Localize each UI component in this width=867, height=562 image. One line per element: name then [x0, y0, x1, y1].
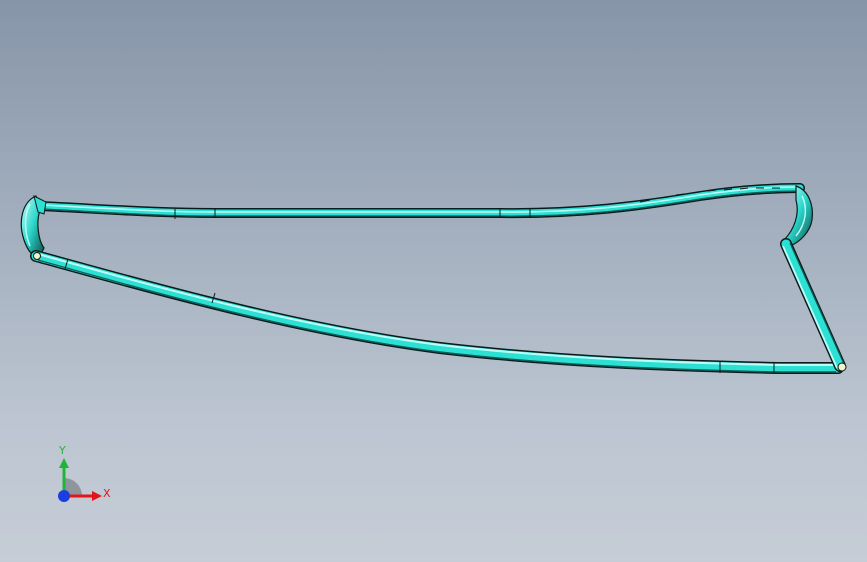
3d-model-frame[interactable] [0, 0, 867, 562]
end-cap [837, 362, 847, 372]
graphics-viewport[interactable]: Y X [0, 0, 867, 562]
bottom-rail[interactable] [30, 250, 844, 374]
right-rail[interactable] [780, 238, 847, 372]
end-cap [33, 252, 41, 260]
y-axis-label: Y [58, 444, 66, 457]
axis-triad: Y X [58, 444, 111, 502]
right-corner-joint[interactable] [783, 185, 813, 247]
x-axis-label: X [103, 487, 111, 500]
top-rail[interactable] [35, 183, 805, 219]
z-axis-dot [58, 490, 70, 502]
left-corner-joint[interactable] [20, 195, 47, 257]
